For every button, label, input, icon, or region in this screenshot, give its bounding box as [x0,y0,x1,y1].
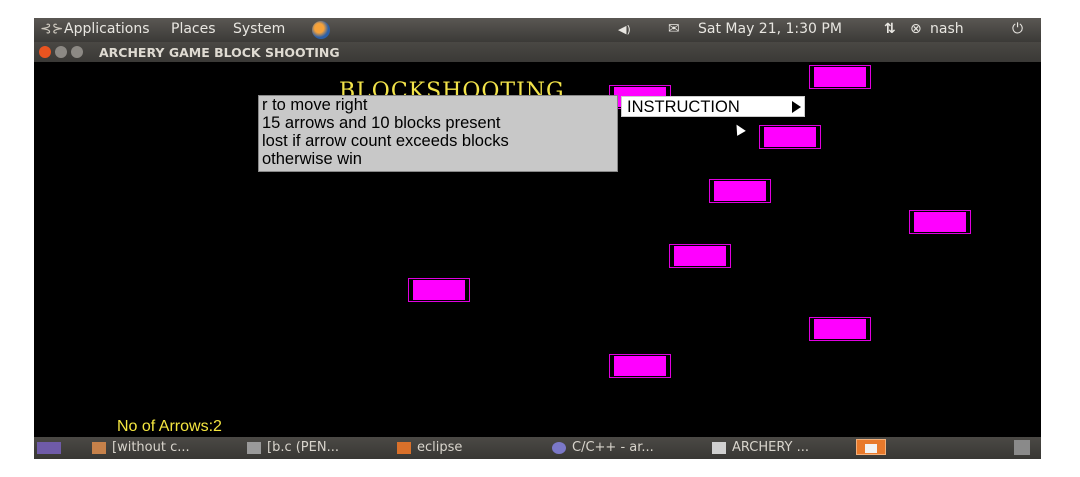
target-block [709,179,771,203]
instruction-line: r to move right [262,96,368,114]
target-block [809,317,871,341]
top-panel: ⊰⊱ Applications Places System ◀) ✉ Sat M… [34,18,1041,42]
submenu-arrow-icon [792,101,801,113]
menu-applications[interactable]: Applications [64,21,150,37]
instruction-line: 15 arrows and 10 blocks present [262,114,501,132]
instructions-popup: r to move right 15 arrows and 10 blocks … [258,95,618,172]
target-block [759,125,821,149]
taskbar-item[interactable]: [without c... [92,440,190,456]
trash-icon[interactable] [1014,440,1030,456]
desktop-screen: ⊰⊱ Applications Places System ◀) ✉ Sat M… [34,18,1041,459]
status-icon[interactable]: ⊗ [910,21,922,37]
mouse-cursor-icon [732,122,746,136]
editor-icon [247,441,261,454]
game-canvas[interactable]: BLOCKSHOOTING r to move right 15 arrows … [34,62,1041,437]
target-block [408,278,470,302]
taskbar-item[interactable]: eclipse [397,440,462,456]
menu-places[interactable]: Places [171,21,216,37]
instruction-menu-item[interactable]: INSTRUCTION [621,96,805,117]
window-icon [712,441,726,454]
target-block [909,210,971,234]
arrows-count: No of Arrows:2 [117,418,222,435]
volume-icon[interactable]: ◀) [618,23,631,36]
eclipse-icon [552,441,566,454]
target-block [669,244,731,268]
close-window-icon[interactable] [39,46,51,58]
user-name[interactable]: nash [930,21,964,37]
firefox-icon[interactable] [312,21,330,39]
target-block [609,354,671,378]
folder-icon [397,441,411,454]
gnome-foot-icon[interactable]: ⊰⊱ [40,21,63,37]
instruction-line: otherwise win [262,150,362,168]
mail-icon[interactable]: ✉ [668,21,680,37]
taskbar-item[interactable]: ARCHERY ... [712,440,809,456]
bottom-taskbar: [without c... [b.c (PEN... eclipse C/C++… [34,437,1041,459]
taskbar-item[interactable]: C/C++ - ar... [552,440,654,456]
show-desktop-button[interactable] [37,440,61,456]
minimize-window-icon[interactable] [55,46,67,58]
instruction-line: lost if arrow count exceeds blocks [262,132,509,150]
power-icon[interactable]: ⏻ [1012,21,1023,37]
window-title-bar[interactable]: ARCHERY GAME BLOCK SHOOTING [34,42,1041,62]
window-title: ARCHERY GAME BLOCK SHOOTING [99,45,340,60]
folder-icon [92,441,106,454]
network-icon[interactable]: ⇅ [884,21,896,37]
maximize-window-icon[interactable] [71,46,83,58]
active-taskbar-item[interactable] [856,439,886,455]
instruction-menu-label: INSTRUCTION [627,98,740,116]
clock[interactable]: Sat May 21, 1:30 PM [698,21,842,37]
menu-system[interactable]: System [233,21,285,37]
target-block [809,65,871,89]
taskbar-item[interactable]: [b.c (PEN... [247,440,339,456]
